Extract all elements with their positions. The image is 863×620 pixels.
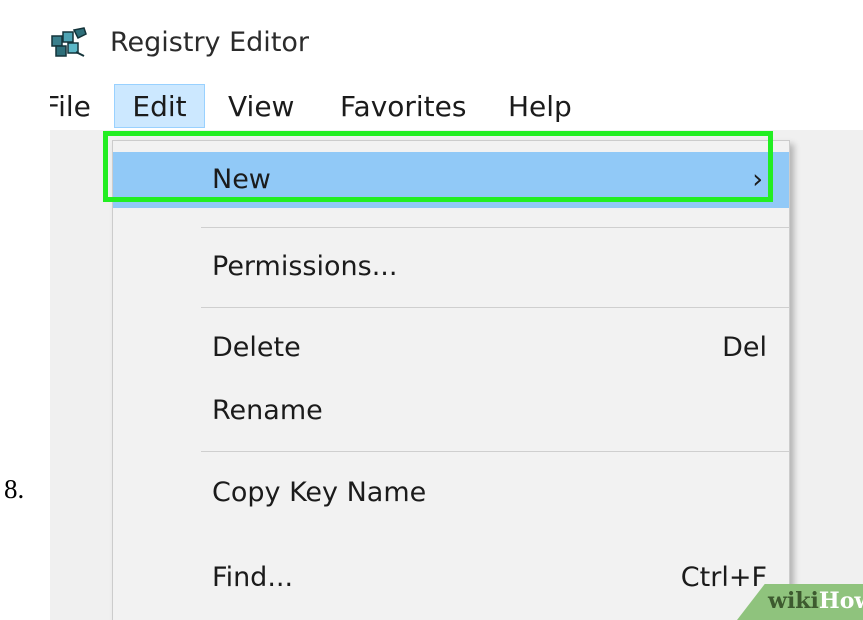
registry-editor-window: Registry Editor File Edit View Favorites… [50,0,863,620]
menu-edit[interactable]: Edit [114,84,205,128]
menu-item-permissions[interactable]: Permissions... [113,239,789,295]
step-number: 8. [4,474,25,504]
menu-item-rename[interactable]: Rename [113,383,789,439]
menu-item-label: Delete [212,332,301,363]
highlight-annotation [103,131,773,202]
menu-item-label: Rename [212,395,323,426]
menu-favorites[interactable]: Favorites [340,88,466,126]
menu-item-label: Copy Key Name [212,477,427,508]
menu-item-delete[interactable]: Delete Del [113,320,789,376]
menu-item-find[interactable]: Find... Ctrl+F [113,550,789,606]
watermark-how: How [818,588,863,614]
menu-help[interactable]: Help [508,88,572,126]
menu-bar: File Edit View Favorites Help [50,80,863,130]
watermark-text: wikiHow [768,588,863,614]
menu-item-copy-key-name[interactable]: Copy Key Name [113,465,789,521]
menu-item-shortcut: Del [722,332,767,363]
menu-separator [201,227,789,228]
menu-separator [201,451,789,452]
watermark-wiki: wiki [768,588,819,614]
title-bar: Registry Editor [50,0,863,80]
menu-item-label: Permissions... [212,251,398,282]
window-title: Registry Editor [110,27,310,58]
menu-view[interactable]: View [228,88,294,126]
registry-editor-icon [51,27,87,57]
menu-item-shortcut: Ctrl+F [680,562,767,593]
menu-item-label: Find... [212,562,294,593]
menu-file[interactable]: File [50,88,91,126]
edit-menu-dropdown: New › Permissions... Delete Del Rename C… [112,140,790,620]
menu-separator [201,307,789,308]
